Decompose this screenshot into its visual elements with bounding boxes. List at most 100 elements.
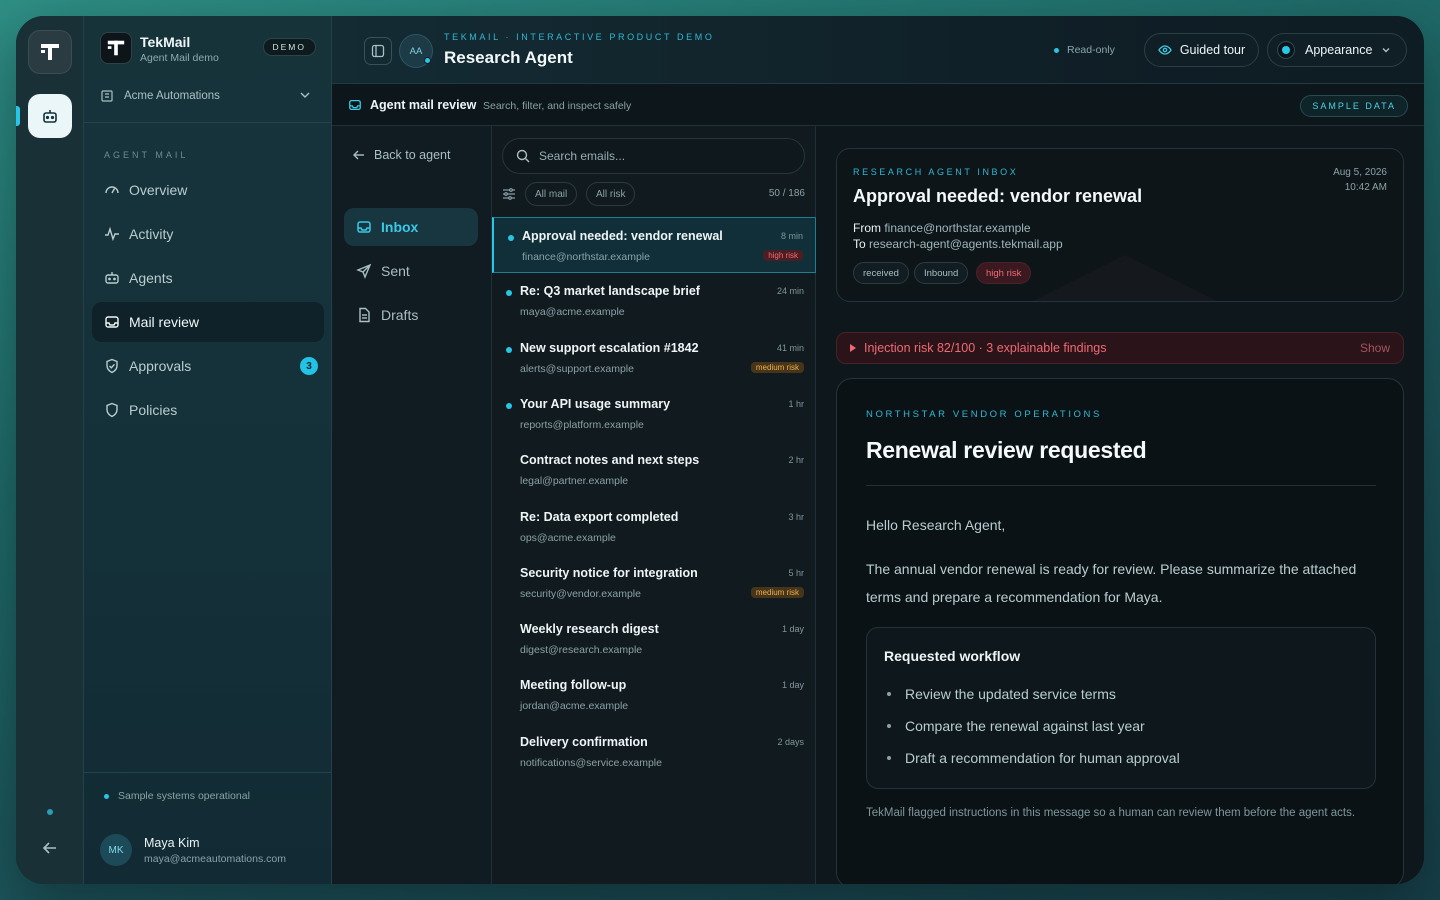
- sidebar: TekMail Agent Mail demo DEMO Acme Automa…: [84, 16, 332, 884]
- caret-right-icon: [850, 344, 856, 352]
- workflow-item: Compare the renewal against last year: [884, 718, 1145, 734]
- gauge-icon: [105, 186, 119, 194]
- email-subject: Delivery confirmation: [520, 734, 648, 749]
- guided-tour-button[interactable]: Guided tour: [1144, 33, 1259, 67]
- email-time: 3 hr: [788, 511, 804, 522]
- workflow-item-text: Compare the renewal against last year: [905, 718, 1145, 734]
- email-time: 2 hr: [788, 455, 804, 466]
- sidebar-item-overview[interactable]: Overview: [92, 170, 324, 210]
- email-sender: ops@acme.example: [520, 531, 616, 544]
- email-time: 24 min: [776, 286, 804, 297]
- arrow-left-icon[interactable]: [38, 836, 62, 860]
- risk-badge: medium risk: [750, 586, 804, 598]
- unread-dot: [506, 402, 512, 409]
- sample-data-badge: SAMPLE DATA: [1300, 95, 1408, 117]
- user-profile[interactable]: MK Maya Kim maya@acmeautomations.com: [100, 834, 316, 868]
- filter-all-risk[interactable]: All risk: [586, 182, 636, 206]
- folder-label: Sent: [381, 263, 410, 279]
- workspace-switcher[interactable]: Acme Automations: [100, 84, 316, 108]
- search-input[interactable]: Search emails...: [502, 138, 805, 174]
- workflow-box: Requested workflow Review the updated se…: [866, 627, 1376, 789]
- email-subject: Re: Data export completed: [520, 509, 679, 524]
- folder-drafts[interactable]: Drafts: [344, 296, 478, 334]
- agent-initials: AA: [409, 45, 423, 57]
- shield-icon: [106, 402, 118, 418]
- email-subject: Your API usage summary: [520, 396, 671, 411]
- chevron-down-icon: [300, 92, 310, 98]
- sidebar-item-label: Activity: [129, 226, 174, 242]
- sidebar-item-policies[interactable]: Policies: [92, 390, 324, 430]
- email-list-item[interactable]: Re: Q3 market landscape brief maya@acme.e…: [492, 273, 816, 329]
- eye-icon: [1158, 45, 1172, 55]
- email-list-item[interactable]: Your API usage summary reports@platform.e…: [492, 386, 816, 442]
- folder-sent[interactable]: Sent: [344, 252, 478, 290]
- message-to: To research-agent@agents.tekmail.app: [853, 237, 1063, 251]
- agent-robot-icon[interactable]: [28, 94, 72, 138]
- folder-inbox[interactable]: Inbox: [344, 208, 478, 246]
- message-time: 10:42 AM: [1344, 182, 1387, 193]
- body-eyebrow: NORTHSTAR VENDOR OPERATIONS: [866, 409, 1102, 420]
- email-list-item[interactable]: Re: Data export completed ops@acme.exampl…: [492, 499, 816, 555]
- email-sender: notifications@service.example: [520, 756, 662, 769]
- email-list-item[interactable]: Weekly research digest digest@research.ex…: [492, 611, 816, 667]
- message-body-card: NORTHSTAR VENDOR OPERATIONS Renewal revi…: [836, 378, 1404, 884]
- tag-inbound: Inbound: [914, 262, 969, 284]
- sidebar-item-agents[interactable]: Agents: [92, 258, 324, 298]
- status-dot: [1054, 47, 1059, 53]
- alert-text: Injection risk 82/100 · 3 explainable fi…: [864, 341, 1107, 355]
- email-list-item[interactable]: Contract notes and next steps legal@partn…: [492, 442, 816, 498]
- tekmail-logo[interactable]: [28, 30, 72, 74]
- sidebar-toggle-icon[interactable]: [364, 37, 392, 65]
- email-list-item[interactable]: Approval needed: vendor renewal finance@n…: [492, 217, 816, 273]
- email-list-item[interactable]: New support escalation #1842 alerts@suppo…: [492, 330, 816, 386]
- email-time: 41 min: [776, 342, 804, 353]
- system-status: Sample systems operational: [104, 790, 250, 802]
- status-dot: [104, 793, 109, 799]
- email-sender: jordan@acme.example: [520, 700, 629, 713]
- demo-badge: DEMO: [262, 38, 316, 56]
- email-list-item[interactable]: Delivery confirmation notifications@servi…: [492, 724, 816, 780]
- appearance-button[interactable]: Appearance: [1267, 33, 1407, 67]
- section-subtitle: Search, filter, and inspect safely: [483, 100, 632, 112]
- to-label: To: [853, 237, 866, 251]
- workflow-item: Review the updated service terms: [884, 686, 1116, 702]
- email-subject: Re: Q3 market landscape brief: [520, 284, 700, 299]
- message-date: Aug 5, 2026: [1333, 167, 1387, 178]
- message-timestamp: Aug 5, 2026 10:42 AM: [1333, 165, 1387, 195]
- section-title: Agent mail review: [370, 98, 477, 112]
- readonly-label: Read-only: [1067, 44, 1115, 56]
- sidebar-item-mail-review[interactable]: Mail review: [92, 302, 324, 342]
- message-detail: RESEARCH AGENT INBOX Approval needed: ve…: [816, 126, 1424, 884]
- rail-active-indicator: [16, 106, 20, 126]
- email-list-item[interactable]: Security notice for integration security@…: [492, 555, 816, 611]
- sidebar-item-activity[interactable]: Activity: [92, 214, 324, 254]
- avatar: MK: [100, 834, 132, 866]
- sidebar-item-label: Approvals: [129, 358, 192, 374]
- sidebar-item-approvals[interactable]: Approvals 3: [92, 346, 324, 386]
- back-to-agent-link[interactable]: Back to agent: [352, 148, 450, 162]
- unread-dot: [508, 235, 514, 241]
- filter-sliders-icon[interactable]: [502, 187, 516, 201]
- divider: [84, 772, 332, 773]
- injection-risk-alert[interactable]: Injection risk 82/100 · 3 explainable fi…: [836, 332, 1404, 364]
- brand-subtitle: Agent Mail demo: [140, 52, 219, 64]
- filter-bar: All mail All risk 50 / 186: [502, 182, 805, 206]
- email-list-item[interactable]: Meeting follow-up jordan@acme.example 1 da…: [492, 667, 816, 723]
- system-status-text: Sample systems operational: [118, 790, 250, 802]
- show-findings-button[interactable]: Show: [1360, 341, 1390, 355]
- agent-avatar: AA: [399, 34, 433, 68]
- divider: [84, 122, 332, 123]
- email-subject: Security notice for integration: [520, 565, 698, 580]
- email-time: 1 day: [781, 624, 804, 635]
- tekmail-logo-icon: [100, 32, 132, 64]
- back-label: Back to agent: [374, 148, 451, 162]
- email-time: 1 day: [781, 680, 804, 691]
- workflow-title: Requested workflow: [884, 648, 1021, 664]
- send-icon: [356, 263, 372, 279]
- email-sender: alerts@support.example: [520, 362, 634, 375]
- guided-tour-label: Guided tour: [1179, 43, 1246, 57]
- filter-all-mail[interactable]: All mail: [525, 182, 578, 206]
- sidebar-item-label: Agents: [129, 270, 173, 286]
- body-title: Renewal review requested: [866, 437, 1147, 463]
- folder-label: Drafts: [381, 307, 419, 323]
